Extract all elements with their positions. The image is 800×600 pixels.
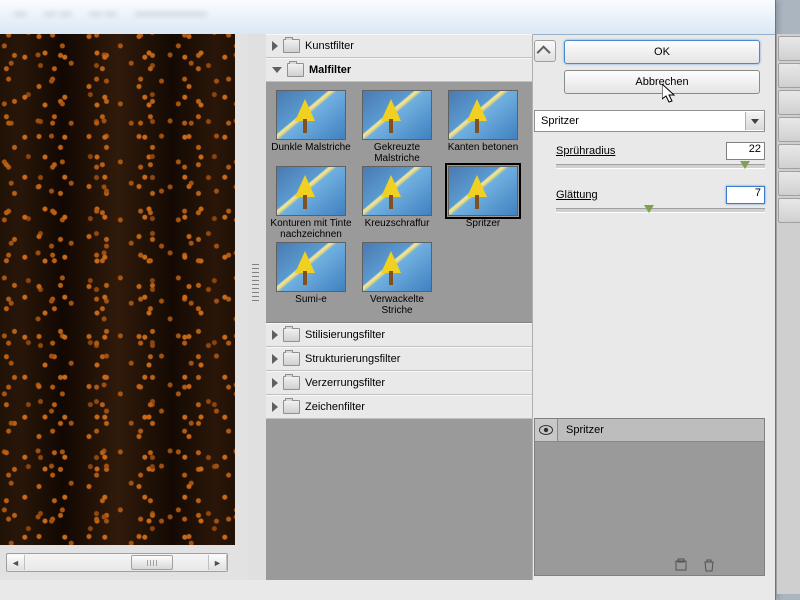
dropdown-value: Spritzer — [535, 115, 745, 127]
layer-name: Spritzer — [558, 424, 604, 436]
window-titlebar: —— —— ——————— — [0, 0, 775, 35]
folder-icon — [283, 328, 300, 342]
layer-tools — [674, 558, 716, 572]
cancel-button[interactable]: Abbrechen — [564, 70, 760, 94]
effect-layers-panel: Spritzer — [534, 418, 765, 576]
filter-thumb-selected[interactable]: Spritzer — [442, 166, 524, 240]
folder-icon — [287, 63, 304, 77]
filter-thumb[interactable]: Konturen mit Tinte nachzeichnen — [270, 166, 352, 240]
param-glaettung: Glättung 7 — [556, 186, 765, 220]
eye-icon — [539, 425, 553, 435]
slider-glaettung[interactable] — [556, 206, 765, 220]
folder-icon — [283, 400, 300, 414]
filter-thumb[interactable]: Kreuzschraffur — [356, 166, 438, 240]
scroll-right-button[interactable]: ► — [208, 555, 227, 570]
splitter[interactable] — [248, 34, 267, 580]
category-label: Stilisierungsfilter — [305, 329, 385, 341]
ok-button[interactable]: OK — [564, 40, 760, 64]
tree-empty-area — [266, 419, 532, 580]
param-spruehradius: Sprühradius 22 — [556, 142, 765, 176]
category-label: Malfilter — [309, 64, 351, 76]
thumbnail-grid: Dunkle Malstriche Gekreuzte Malstriche K… — [266, 82, 532, 323]
filter-thumb[interactable]: Verwackelte Striche — [356, 242, 438, 316]
chevron-down-icon — [745, 112, 764, 130]
trash-icon[interactable] — [702, 558, 716, 572]
controls-panel: OK Abbrechen Spritzer Sprühradius 22 Glä… — [532, 34, 771, 580]
side-tool[interactable] — [778, 36, 800, 61]
category-verzerrung[interactable]: Verzerrungsfilter — [266, 371, 532, 395]
visibility-toggle[interactable] — [535, 419, 558, 441]
category-zeichen[interactable]: Zeichenfilter — [266, 395, 532, 419]
category-strukturierung[interactable]: Strukturierungsfilter — [266, 347, 532, 371]
expand-icon — [272, 330, 278, 340]
folder-icon — [283, 376, 300, 390]
filter-thumb[interactable]: Dunkle Malstriche — [270, 90, 352, 164]
side-tool[interactable] — [778, 198, 800, 223]
folder-icon — [283, 39, 300, 53]
category-kunstfilter[interactable]: Kunstfilter — [266, 34, 532, 58]
param-value-input[interactable]: 22 — [726, 142, 765, 160]
side-tool[interactable] — [778, 171, 800, 196]
new-layer-icon[interactable] — [674, 558, 688, 572]
side-tool[interactable] — [778, 63, 800, 88]
filter-thumb[interactable]: Kanten betonen — [442, 90, 524, 164]
side-tool[interactable] — [778, 90, 800, 115]
scroll-left-button[interactable]: ◄ — [7, 555, 25, 570]
category-label: Verzerrungsfilter — [305, 377, 385, 389]
param-value-input[interactable]: 7 — [726, 186, 765, 204]
slider-thumb-icon[interactable] — [644, 205, 654, 213]
side-tool[interactable] — [778, 144, 800, 169]
slider-spruehradius[interactable] — [556, 162, 765, 176]
expand-icon — [272, 41, 278, 51]
filter-thumb[interactable]: Sumi-e — [270, 242, 352, 316]
preview-image — [0, 34, 235, 545]
scroll-thumb[interactable] — [131, 555, 173, 570]
collapse-icon — [272, 67, 282, 73]
category-label: Strukturierungsfilter — [305, 353, 400, 365]
expand-icon — [272, 354, 278, 364]
slider-thumb-icon[interactable] — [740, 161, 750, 169]
category-label: Zeichenfilter — [305, 401, 365, 413]
collapse-tree-button[interactable] — [534, 40, 556, 62]
folder-icon — [283, 352, 300, 366]
filter-gallery-dialog: —— —— ——————— ◄ ► Kunstfilter Malfilter — [0, 0, 776, 600]
effect-layer-row[interactable]: Spritzer — [535, 419, 764, 442]
category-label: Kunstfilter — [305, 40, 354, 52]
param-label: Sprühradius — [556, 145, 615, 157]
filter-tree-panel: Kunstfilter Malfilter Dunkle Malstriche … — [266, 34, 533, 580]
expand-icon — [272, 402, 278, 412]
category-malfilter[interactable]: Malfilter — [266, 58, 532, 82]
expand-icon — [272, 378, 278, 388]
filter-dropdown[interactable]: Spritzer — [534, 110, 765, 132]
splitter-handle-icon — [252, 264, 259, 304]
category-stilisierung[interactable]: Stilisierungsfilter — [266, 323, 532, 347]
param-label: Glättung — [556, 189, 598, 201]
side-tool[interactable] — [778, 117, 800, 142]
preview-h-scrollbar[interactable]: ◄ ► — [6, 553, 228, 572]
filter-thumb[interactable]: Gekreuzte Malstriche — [356, 90, 438, 164]
preview-panel: ◄ ► — [0, 34, 249, 580]
